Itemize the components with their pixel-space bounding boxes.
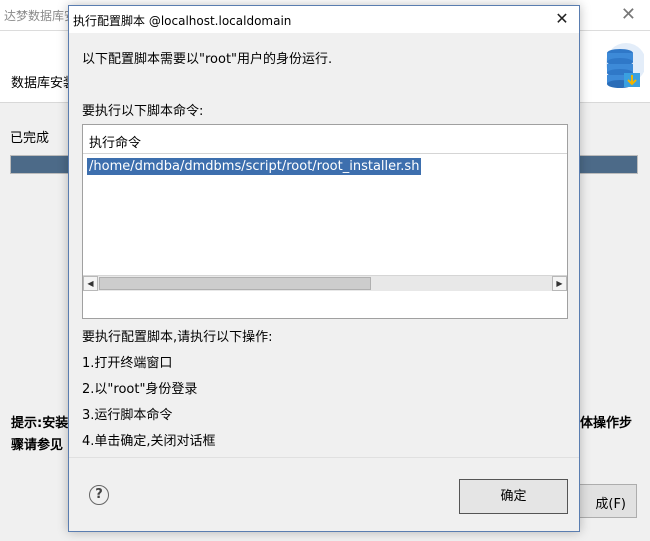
instructions-title: 要执行配置脚本,请执行以下操作:	[82, 330, 273, 345]
install-note-line-1: 提示:安装	[11, 416, 69, 431]
scrollbar-thumb[interactable]	[99, 277, 371, 290]
step-1: 1.打开终端窗口	[82, 356, 173, 371]
horizontal-scrollbar[interactable]: ◀ ▶	[83, 275, 567, 291]
dialog-footer: ? 确定	[69, 458, 579, 531]
command-cell[interactable]: /home/dmdba/dmdbms/script/root/root_inst…	[87, 158, 422, 175]
dialog-body: 以下配置脚本需要以"root"用户的身份运行. 要执行以下脚本命令: 执行命令 …	[69, 33, 579, 458]
close-icon[interactable]: ✕	[621, 4, 636, 25]
installer-title: 达梦数据库安	[4, 9, 77, 23]
database-logo-icon	[606, 43, 644, 88]
command-table-header: 执行命令	[83, 125, 567, 154]
install-note-right: 体操作步	[580, 416, 633, 431]
intro-text: 以下配置脚本需要以"root"用户的身份运行.	[82, 52, 333, 67]
step-2: 2.以"root"身份登录	[82, 382, 198, 397]
question-circle-icon[interactable]: ?	[89, 485, 109, 505]
install-note-line-2: 骤请参见	[11, 438, 64, 453]
step-3: 3.运行脚本命令	[82, 408, 173, 423]
step-4: 4.单击确定,关闭对话框	[82, 434, 216, 449]
column-header-command: 执行命令	[89, 136, 142, 151]
section-label: 要执行以下脚本命令:	[82, 104, 204, 119]
scroll-left-icon[interactable]: ◀	[83, 276, 98, 291]
ok-button[interactable]: 确定	[459, 479, 568, 514]
command-table: 执行命令 /home/dmdba/dmdbms/script/root/root…	[82, 124, 568, 319]
dialog-title: 执行配置脚本 @localhost.localdomain	[73, 14, 292, 28]
scroll-right-icon[interactable]: ▶	[552, 276, 567, 291]
table-row[interactable]: /home/dmdba/dmdbms/script/root/root_inst…	[87, 158, 422, 181]
dialog-titlebar: 执行配置脚本 @localhost.localdomain ✕	[69, 6, 579, 33]
install-status: 已完成	[10, 131, 50, 146]
installer-subtitle: 数据库安装	[11, 76, 77, 91]
close-icon[interactable]: ✕	[551, 8, 573, 30]
run-config-script-dialog: 执行配置脚本 @localhost.localdomain ✕ 以下配置脚本需要…	[68, 5, 580, 532]
